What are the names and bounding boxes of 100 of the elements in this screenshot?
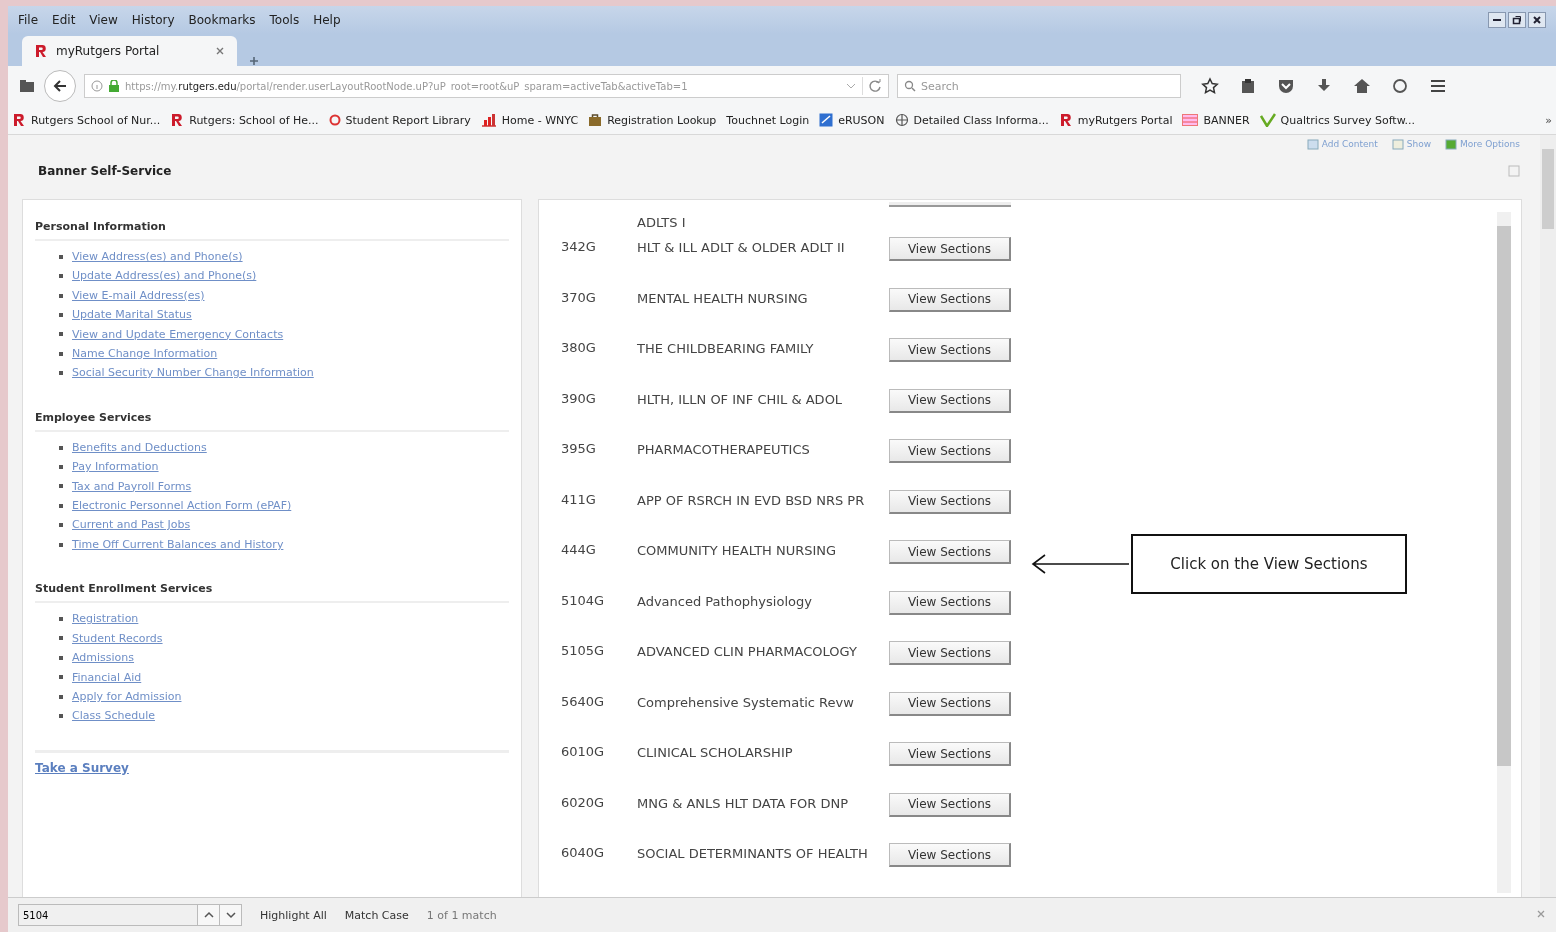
globe-icon xyxy=(894,113,909,127)
course-number: 390G xyxy=(561,389,597,406)
bullet-icon xyxy=(59,312,63,317)
bookmark[interactable]: Home - WNYC xyxy=(480,113,579,127)
ring-icon xyxy=(328,114,341,126)
plus-icon[interactable] xyxy=(249,56,259,66)
bookmark[interactable]: myRutgers Portal xyxy=(1058,113,1173,127)
add-icon xyxy=(1306,138,1319,150)
menu-item[interactable]: Help xyxy=(313,13,341,27)
course-number: 444G xyxy=(561,541,597,557)
flag-icon xyxy=(1182,114,1199,126)
up-caret-icon[interactable] xyxy=(202,910,215,920)
close-icon xyxy=(1532,15,1542,25)
down-caret-icon[interactable] xyxy=(224,910,237,920)
minimize-icon xyxy=(1493,19,1501,21)
bookmark[interactable]: Detailed Class Informa... xyxy=(894,113,1049,127)
view-sections-button[interactable]: View Sections xyxy=(889,388,1011,413)
course-title: ADLTS I xyxy=(637,213,687,232)
restore-button[interactable] xyxy=(1508,12,1526,28)
bullet-icon xyxy=(59,542,63,547)
view-sections-button[interactable]: View Sections xyxy=(889,792,1011,817)
page-scrollbar[interactable] xyxy=(1540,135,1556,897)
bookmark[interactable]: Rutgers: School of He... xyxy=(170,113,319,127)
match-count: 1 of 1 match xyxy=(426,908,497,922)
view-sections-button[interactable]: View Sections xyxy=(889,439,1011,463)
library-icon[interactable] xyxy=(18,77,36,95)
view-sections-button[interactable]: View Sections xyxy=(889,489,1011,514)
course-title: COMMUNITY HEALTH NURSING xyxy=(637,542,838,560)
bookmark[interactable]: Rutgers School of Nur... xyxy=(12,113,161,127)
menu-icon[interactable] xyxy=(1429,77,1447,95)
find-option[interactable]: Match Case xyxy=(344,908,409,922)
address-bar[interactable]: https://my.rutgers.edu/portal/render.userLayoutRootNode.uP?uP_root=root&uP_sparam=activeTab&activeTab=1 xyxy=(84,74,889,98)
menu-item[interactable]: View xyxy=(89,13,118,27)
menu-item[interactable]: Bookmarks xyxy=(188,13,256,27)
view-sections-button[interactable]: View Sections xyxy=(889,237,1011,261)
bullet-icon xyxy=(59,617,63,621)
course-number: 342G xyxy=(561,238,597,254)
menu-item[interactable]: Edit xyxy=(52,13,76,27)
menu-item[interactable]: File xyxy=(18,13,39,27)
view-sections-button[interactable]: View Sections xyxy=(889,590,1011,615)
course-number: 5640G xyxy=(561,692,606,709)
course-number: 6040G xyxy=(561,844,606,860)
survey-link[interactable]: Take a Survey xyxy=(35,749,509,775)
course-number: 395G xyxy=(561,440,597,456)
bookmark[interactable]: Qualtrics Survey Softw... xyxy=(1259,113,1416,127)
scrollbar[interactable] xyxy=(1497,212,1511,893)
find-field[interactable]: 5104 xyxy=(18,904,198,926)
course-number: 5105G xyxy=(561,642,606,658)
portlet-title: Banner Self-Service xyxy=(38,164,172,178)
view-sections-button[interactable]: View Sections xyxy=(889,691,1011,716)
menu-link[interactable]: Current and Past Jobs xyxy=(72,515,191,535)
view-sections-button[interactable]: View Sections xyxy=(889,338,1011,362)
course-title: Advanced Pathophysiology xyxy=(637,592,813,611)
view-sections-button[interactable]: View Sections xyxy=(889,641,1011,665)
bullet-icon xyxy=(59,523,63,528)
view-sections-button[interactable]: View Sections xyxy=(889,540,1011,564)
close-button[interactable] xyxy=(1528,12,1546,28)
course-number: 5104G xyxy=(561,591,606,608)
tab-title: myRutgers Portal xyxy=(56,44,161,58)
find-option[interactable]: Highlight All xyxy=(260,908,327,922)
bullet-icon xyxy=(59,464,63,469)
minimize-button[interactable] xyxy=(1488,12,1506,28)
bookmark[interactable]: eRUSON xyxy=(819,113,885,127)
close-icon[interactable] xyxy=(215,46,225,56)
arrow-icon xyxy=(1031,553,1131,574)
bullet-icon xyxy=(59,675,63,680)
bullet-icon xyxy=(59,371,63,376)
section-heading: Personal Information xyxy=(35,216,509,241)
course-title: PHARMACOTHERAPEUTICS xyxy=(637,441,811,459)
clipboard-icon[interactable] xyxy=(1239,77,1257,95)
bookmark[interactable]: Student Report Library xyxy=(328,113,471,127)
reload-icon[interactable] xyxy=(868,79,882,93)
bookmark[interactable]: Touchnet Login xyxy=(726,113,810,127)
course-title: SOCIAL DETERMINANTS OF HEALTH xyxy=(637,845,869,863)
pocket-icon[interactable] xyxy=(1277,77,1295,95)
course-number: 380G xyxy=(561,339,597,355)
briefcase-icon xyxy=(588,113,603,127)
home-icon[interactable] xyxy=(1353,77,1371,95)
bookmark[interactable]: Registration Lookup xyxy=(588,113,717,127)
bullet-icon xyxy=(59,694,63,699)
square-logo-icon xyxy=(819,113,834,127)
star-icon[interactable] xyxy=(1201,77,1219,95)
sync-icon[interactable] xyxy=(1391,77,1409,95)
section-heading: Employee Services xyxy=(35,406,509,432)
view-sections-button[interactable]: View Sections xyxy=(889,742,1011,766)
r-logo-icon xyxy=(1058,113,1073,127)
bullet-icon xyxy=(59,714,63,718)
view-sections-button[interactable]: View Sections xyxy=(889,287,1011,312)
back-button[interactable] xyxy=(44,70,76,102)
info-icon xyxy=(91,80,103,92)
bullet-icon xyxy=(59,254,63,259)
course-title: Comprehensive Systematic Revw xyxy=(637,693,855,712)
menu-item[interactable]: History xyxy=(131,13,175,27)
course-number: 411G xyxy=(561,490,597,507)
view-sections-button[interactable]: View Sections xyxy=(889,843,1011,867)
menu-item[interactable]: Tools xyxy=(269,13,300,27)
bookmark[interactable]: BANNER xyxy=(1182,113,1250,127)
browser-tab[interactable]: myRutgers Portal xyxy=(22,36,237,66)
restore-icon xyxy=(1512,15,1522,25)
more-bookmarks-button[interactable]: » xyxy=(1545,113,1552,127)
